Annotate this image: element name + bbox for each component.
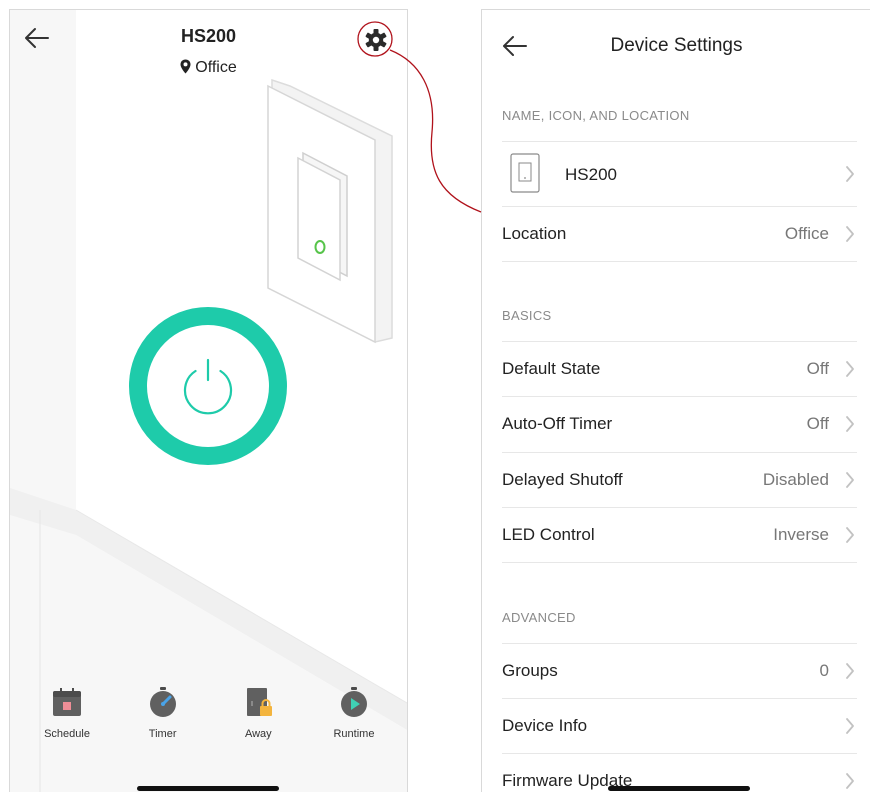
runtime-icon [319, 686, 389, 718]
chevron-right-icon [845, 472, 855, 488]
led-control-label: LED Control [502, 525, 595, 544]
section-header-name-icon-location: NAME, ICON, AND LOCATION [502, 108, 690, 123]
section-header-basics: BASICS [502, 308, 552, 323]
nav-schedule-label: Schedule [44, 728, 90, 740]
auto-off-timer-label: Auto-Off Timer [502, 414, 613, 433]
nav-runtime[interactable]: Runtime [319, 686, 389, 746]
section-header-advanced: ADVANCED [502, 610, 576, 625]
device-location-text: Office [195, 59, 237, 76]
home-indicator [608, 786, 750, 791]
device-name-title: HS200 [180, 26, 237, 46]
chevron-right-icon [845, 226, 855, 242]
led-control-value: Inverse [773, 525, 829, 544]
power-toggle-button[interactable] [128, 306, 288, 466]
device-name-label: HS200 [565, 165, 617, 184]
chevron-right-icon [845, 361, 855, 377]
chevron-right-icon [845, 773, 855, 789]
gear-icon[interactable] [364, 28, 388, 52]
device-name-row[interactable]: HS200 [502, 141, 857, 206]
default-state-label: Default State [502, 359, 601, 378]
groups-label: Groups [502, 661, 558, 680]
settings-header: Device Settings [482, 10, 870, 82]
auto-off-timer-value: Off [806, 414, 829, 433]
door-lock-icon [223, 686, 293, 718]
page-title: Device Settings [610, 35, 743, 56]
chevron-right-icon [845, 166, 855, 182]
calendar-icon [32, 686, 102, 718]
nav-away[interactable]: Away [223, 686, 293, 746]
default-state-row[interactable]: Default State Off [502, 341, 857, 396]
location-label: Location [502, 224, 567, 243]
groups-row[interactable]: Groups 0 [502, 643, 857, 698]
home-indicator [137, 786, 279, 791]
nav-away-label: Away [244, 728, 272, 740]
device-info-row[interactable]: Device Info [502, 698, 857, 753]
delayed-shutoff-value: Disabled [762, 470, 829, 489]
led-control-row[interactable]: LED Control Inverse [502, 507, 857, 563]
nav-runtime-label: Runtime [333, 728, 375, 740]
groups-value: 0 [819, 661, 829, 680]
nav-timer-label: Timer [148, 728, 177, 740]
delayed-shutoff-label: Delayed Shutoff [502, 470, 623, 489]
location-value: Office [784, 224, 829, 243]
chevron-right-icon [845, 663, 855, 679]
device-control-screen: HS200 Office Schedule Timer Away Runtime [9, 9, 408, 792]
bottom-nav: Schedule Timer Away Runtime [32, 686, 389, 746]
device-info-label: Device Info [502, 716, 588, 735]
default-state-value: Off [806, 359, 829, 378]
device-settings-screen: Device Settings NAME, ICON, AND LOCATION… [481, 9, 870, 792]
location-pin-icon [180, 59, 191, 79]
auto-off-timer-row[interactable]: Auto-Off Timer Off [502, 396, 857, 451]
chevron-right-icon [845, 416, 855, 432]
chevron-right-icon [845, 718, 855, 734]
light-switch-icon [510, 153, 540, 198]
location-row[interactable]: Location Office [502, 206, 857, 262]
nav-schedule[interactable]: Schedule [32, 686, 102, 746]
stopwatch-icon [128, 686, 198, 718]
device-location: Office [10, 59, 407, 79]
nav-timer[interactable]: Timer [128, 686, 198, 746]
delayed-shutoff-row[interactable]: Delayed Shutoff Disabled [502, 452, 857, 507]
chevron-right-icon [845, 527, 855, 543]
